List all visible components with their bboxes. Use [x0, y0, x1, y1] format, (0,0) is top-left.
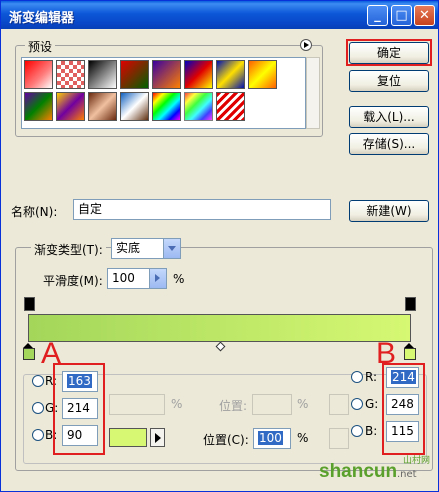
color-position-unit: % [297, 431, 309, 445]
presets-scrollbar[interactable] [306, 57, 320, 129]
play-arrow-icon [155, 433, 161, 443]
name-field[interactable]: 自定 [73, 199, 331, 220]
opacity-stop-left[interactable] [24, 297, 35, 311]
watermark-cn: 山村网 [403, 456, 431, 466]
g-radio-right[interactable] [351, 398, 363, 410]
preset-swatch[interactable] [184, 92, 213, 121]
load-button[interactable]: 载入(L)... [349, 106, 429, 128]
color-position-field[interactable]: 100 [253, 428, 291, 449]
color-stop-left[interactable] [23, 348, 35, 360]
annotation-box-b [382, 363, 425, 455]
opacity-stop-right[interactable] [405, 297, 416, 311]
preset-swatch[interactable] [184, 60, 213, 89]
opacity-position-label: 位置: [219, 399, 248, 413]
preset-swatch[interactable] [216, 92, 245, 121]
close-icon[interactable]: ✕ [414, 5, 435, 26]
color-swatch[interactable] [109, 428, 147, 447]
delete-opacity-button [329, 394, 349, 415]
preset-swatch[interactable] [248, 60, 277, 89]
opacity-field [109, 394, 165, 415]
preset-swatch[interactable] [56, 60, 85, 89]
color-position-label: 位置(C): [203, 433, 249, 447]
new-button[interactable]: 新建(W) [349, 200, 429, 222]
minimize-icon[interactable]: _ [367, 5, 388, 26]
smoothness-field[interactable]: 100 [107, 268, 167, 289]
smoothness-value: 100 [112, 271, 135, 285]
b-label-right: B: [365, 424, 378, 438]
delete-color-button [329, 428, 349, 449]
annotation-box-a [53, 363, 105, 455]
preset-swatch[interactable] [88, 92, 117, 121]
title-bar: 渐变编辑器 _ □ ✕ [1, 1, 438, 29]
r-label-right: R: [365, 370, 378, 384]
color-stop-right[interactable] [404, 348, 416, 360]
presets-label: 预设 [25, 38, 56, 55]
g-label-right: G: [365, 397, 379, 411]
maximize-icon[interactable]: □ [391, 5, 412, 26]
play-circle-icon[interactable] [300, 39, 312, 51]
gradient-editor-window: 渐变编辑器 _ □ ✕ 预设 确定 复位 载入(L)... 存储(S)... 名… [0, 0, 439, 492]
stepper-arrow-icon[interactable] [149, 269, 166, 288]
gradient-type-value: 实底 [116, 241, 141, 255]
g-radio[interactable] [32, 402, 44, 414]
preset-swatch[interactable] [24, 92, 53, 121]
b-radio-right[interactable] [351, 425, 363, 437]
color-position-value: 100 [258, 431, 283, 445]
window-title: 渐变编辑器 [9, 11, 75, 26]
preset-swatch[interactable] [152, 60, 181, 89]
preset-swatch[interactable] [152, 92, 181, 121]
preset-swatch[interactable] [216, 60, 245, 89]
ok-button[interactable]: 确定 [349, 42, 429, 64]
gradient-preview-bar[interactable] [28, 314, 411, 342]
watermark-suffix: .net [397, 469, 417, 480]
gradient-type-select[interactable]: 实底 [111, 238, 181, 259]
preset-swatch[interactable] [120, 92, 149, 121]
opacity-unit: % [171, 397, 183, 411]
preset-swatch[interactable] [88, 60, 117, 89]
smoothness-label: 平滑度(M): [43, 274, 103, 288]
save-button[interactable]: 存储(S)... [349, 133, 429, 155]
color-menu-button[interactable] [150, 428, 165, 447]
reset-button[interactable]: 复位 [349, 70, 429, 92]
r-radio[interactable] [32, 375, 44, 387]
b-radio[interactable] [32, 429, 44, 441]
watermark: shancun .net 山村网 [319, 456, 439, 491]
watermark-text: shancun [319, 461, 398, 482]
gradient-type-label: 渐变类型(T): [31, 241, 106, 258]
smoothness-unit: % [173, 272, 185, 286]
preset-swatch[interactable] [24, 60, 53, 89]
opacity-position-unit: % [297, 397, 309, 411]
preset-swatch[interactable] [56, 92, 85, 121]
name-label: 名称(N): [11, 205, 58, 219]
r-radio-right[interactable] [351, 371, 363, 383]
chevron-down-icon[interactable] [163, 239, 180, 258]
opacity-position-field [252, 394, 292, 415]
preset-swatch[interactable] [120, 60, 149, 89]
